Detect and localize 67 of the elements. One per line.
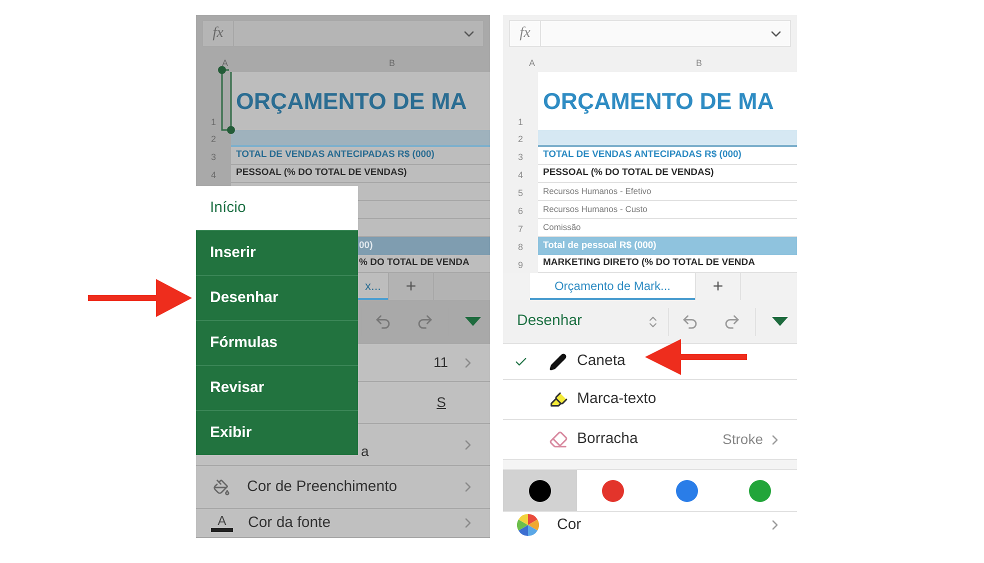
row-number: 9 (518, 258, 523, 272)
menu-item[interactable]: Exibir (196, 410, 358, 455)
table-cell-text: Total de pessoal R$ (000) (543, 238, 656, 253)
undo-icon[interactable] (681, 312, 699, 330)
menu-item[interactable]: Revisar (196, 365, 358, 410)
table-cell-text: MARKETING DIRETO (% DO TOTAL DE VENDA (543, 256, 756, 270)
sheet-title: ORÇAMENTO DE MA (236, 86, 467, 116)
column-header: B (694, 56, 703, 70)
list-item-label: a (361, 442, 369, 461)
row-number: 2 (210, 132, 216, 146)
table-cell-text: 00) (359, 238, 373, 253)
sheet-tab[interactable]: x... (358, 273, 388, 300)
table-cell: Comissão (543, 221, 581, 234)
row-number: 1 (518, 116, 523, 128)
fill-color-icon (213, 478, 230, 496)
tool-label: Caneta (577, 351, 626, 372)
menu-item[interactable]: Início (196, 186, 358, 230)
eraser-mode-value: Stroke (722, 430, 763, 449)
column-header: A (222, 56, 230, 70)
color-swatch-button[interactable] (503, 470, 576, 511)
color-wheel-icon (517, 514, 539, 536)
row-number: 1 (210, 116, 216, 128)
color-row-label: Cor (557, 514, 582, 535)
redo-icon[interactable] (723, 312, 741, 330)
formula-bar[interactable]: fx (509, 20, 791, 47)
fx-label: fx (518, 24, 532, 44)
fx-label: fx (212, 24, 224, 44)
row-number: 4 (518, 168, 523, 182)
highlighter-icon (548, 390, 568, 409)
sheet-tab[interactable]: Orçamento de Mark... (530, 273, 695, 300)
pen-icon (549, 352, 567, 370)
row-number: 3 (210, 150, 216, 164)
row-number: 2 (518, 132, 523, 146)
eraser-icon (548, 430, 568, 449)
table-cell: Recursos Humanos - Custo (543, 203, 648, 216)
table-cell-text: % DO TOTAL DE VENDA (359, 256, 470, 270)
list-item-label: Cor de Preenchimento (247, 476, 398, 497)
row-number: 4 (210, 168, 216, 182)
add-sheet-button[interactable]: + (696, 273, 740, 300)
tool-label: Borracha (577, 429, 638, 450)
row-number: 8 (518, 240, 523, 254)
menu-item[interactable]: Inserir (196, 230, 358, 275)
menu-item[interactable]: Fórmulas (196, 320, 358, 365)
menu-item[interactable]: Desenhar (196, 275, 358, 320)
selection-handles-drawing[interactable] (217, 66, 237, 136)
tool-label: Marca-texto (577, 389, 656, 410)
collapse-triangle-icon[interactable] (465, 317, 481, 326)
add-sheet-button[interactable]: + (389, 273, 433, 300)
sheet-title: ORÇAMENTO DE MA (543, 86, 774, 116)
list-item-label: Cor da fonte (248, 512, 331, 533)
table-cell: Recursos Humanos - Efetivo (543, 185, 652, 198)
underline-button[interactable]: S (436, 392, 446, 413)
row-number: 6 (518, 204, 523, 218)
undo-icon[interactable] (374, 312, 392, 330)
column-header: A (529, 56, 536, 70)
row-number: 7 (518, 222, 523, 236)
collapse-triangle-icon[interactable] (772, 317, 788, 326)
row-number: 3 (518, 150, 523, 164)
column-header: B (388, 56, 396, 70)
table-cell-text: PESSOAL (% DO TOTAL DE VENDAS) (236, 166, 407, 180)
table-cell-text: PESSOAL (% DO TOTAL DE VENDAS) (543, 166, 714, 180)
table-cell-text: TOTAL DE VENDAS ANTECIPADAS R$ (000) (543, 148, 742, 162)
row-number: 5 (518, 186, 523, 200)
ribbon-tab-selector[interactable]: Desenhar (517, 310, 582, 333)
font-size-value: 11 (433, 353, 448, 372)
table-cell-text: TOTAL DE VENDAS ANTECIPADAS R$ (000) (236, 148, 434, 162)
redo-icon[interactable] (416, 312, 434, 330)
